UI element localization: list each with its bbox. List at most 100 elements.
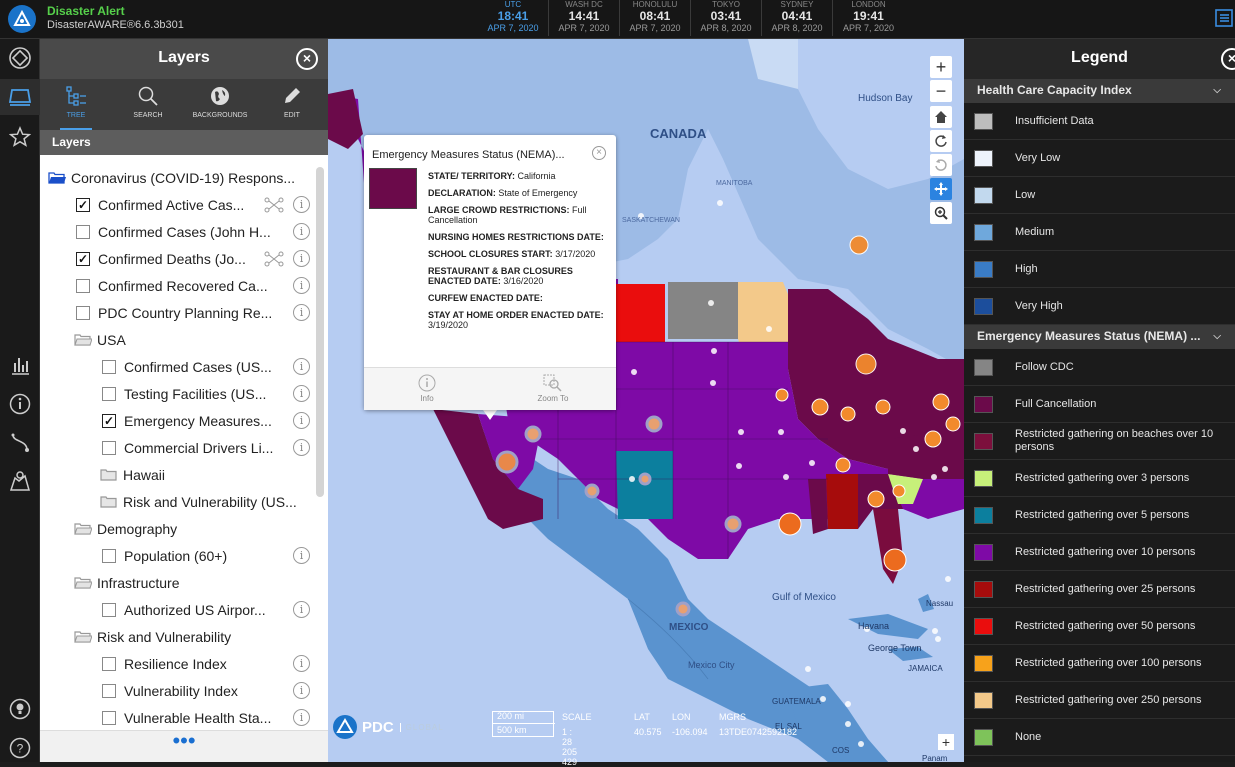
- svg-text:+: +: [942, 734, 950, 750]
- layer-info-icon[interactable]: i: [293, 547, 310, 564]
- checkbox-checked[interactable]: ✓: [102, 413, 116, 428]
- checkbox-checked[interactable]: ✓: [76, 251, 90, 266]
- info-icon[interactable]: [6, 390, 34, 418]
- checkbox[interactable]: [102, 386, 116, 401]
- tree-item-commercial-drivers[interactable]: Commercial Drivers Li... i: [102, 434, 310, 461]
- tree-item-usa-folder[interactable]: USA: [74, 326, 126, 353]
- tab-tree[interactable]: TREE: [40, 79, 112, 130]
- checkbox[interactable]: [102, 683, 116, 698]
- checkbox[interactable]: [102, 710, 116, 725]
- map-label-hudson-bay: Hudson Bay: [858, 93, 912, 104]
- map-pin-icon[interactable]: [6, 467, 34, 495]
- layer-info-icon[interactable]: i: [293, 385, 310, 402]
- lat-value: 40.575: [634, 727, 662, 737]
- zoom-out-button[interactable]: −: [930, 80, 952, 102]
- tree-item-confirmed-active[interactable]: ✓ Confirmed Active Cas... i: [76, 191, 310, 218]
- tab-backgrounds-label: BACKGROUNDS: [192, 112, 248, 119]
- redo-icon[interactable]: [930, 154, 952, 176]
- checkbox[interactable]: [102, 602, 116, 617]
- tree-item-infrastructure-folder[interactable]: Infrastructure: [74, 569, 179, 596]
- tree-item-testing-facilities[interactable]: Testing Facilities (US... i: [102, 380, 310, 407]
- legend-swatch: [974, 728, 993, 746]
- zoom-in-button[interactable]: +: [930, 56, 952, 78]
- layer-info-icon[interactable]: i: [293, 682, 310, 699]
- time-series-icon[interactable]: [264, 197, 284, 213]
- list-view-icon[interactable]: [1213, 7, 1235, 29]
- legend-panel: Legend × Health Care Capacity Index ⌵ In…: [964, 39, 1235, 762]
- close-layers-icon[interactable]: ×: [296, 48, 318, 70]
- checkbox[interactable]: [76, 278, 90, 293]
- popup-field: NURSING HOMES RESTRICTIONS DATE:: [428, 232, 604, 242]
- popup-zoom-to-button[interactable]: Zoom To: [490, 368, 616, 410]
- tree-item-resilience-index[interactable]: Resilience Index i: [102, 650, 310, 677]
- tree-item-risk-vuln-folder[interactable]: Risk and Vulnerability: [74, 623, 231, 650]
- layers-tabs: TREE SEARCH BACKGROUNDS EDIT: [40, 79, 328, 130]
- layer-info-icon[interactable]: i: [293, 277, 310, 294]
- legend-section-health-care[interactable]: Health Care Capacity Index ⌵: [964, 79, 1235, 103]
- tree-item-covid-folder[interactable]: Coronavirus (COVID-19) Respons...: [48, 164, 295, 191]
- close-popup-icon[interactable]: ×: [592, 146, 606, 160]
- lat-label: LAT: [634, 712, 650, 722]
- layer-info-icon[interactable]: i: [293, 601, 310, 618]
- tree-item-emergency-measures[interactable]: ✓ Emergency Measures... i: [102, 407, 310, 434]
- tree-item-vulnerable-health[interactable]: Vulnerable Health Sta... i: [102, 704, 310, 729]
- popup-field: DECLARATION: State of Emergency: [428, 188, 578, 198]
- legend-section-emergency-measures[interactable]: Emergency Measures Status (NEMA) ... ⌵: [964, 325, 1235, 349]
- checkbox[interactable]: [102, 656, 116, 671]
- home-icon[interactable]: [930, 106, 952, 128]
- route-icon[interactable]: [6, 429, 34, 457]
- layer-info-icon[interactable]: i: [293, 358, 310, 375]
- map-label-saskatchewan: SASKATCHEWAN: [622, 217, 680, 224]
- tree-item-authorized-airports[interactable]: Authorized US Airpor... i: [102, 596, 310, 623]
- tree-item-confirmed-deaths[interactable]: ✓ Confirmed Deaths (Jo... i: [76, 245, 310, 272]
- layer-info-icon[interactable]: i: [293, 655, 310, 672]
- help-icon[interactable]: ?: [6, 734, 34, 762]
- tree-item-population-60[interactable]: Population (60+) i: [102, 542, 310, 569]
- close-legend-icon[interactable]: ×: [1221, 48, 1235, 70]
- tab-edit[interactable]: EDIT: [256, 79, 328, 130]
- tree-item-demography-folder[interactable]: Demography: [74, 515, 177, 542]
- hazards-icon[interactable]: [6, 44, 34, 72]
- favorites-star-icon[interactable]: [6, 123, 34, 151]
- popup-field: STATE/ TERRITORY: California: [428, 171, 556, 181]
- layer-info-icon[interactable]: i: [293, 196, 310, 213]
- tab-backgrounds[interactable]: BACKGROUNDS: [184, 79, 256, 130]
- tree-icon: [66, 86, 86, 106]
- checkbox-checked[interactable]: ✓: [76, 197, 90, 212]
- legend-item: Medium: [964, 214, 1235, 251]
- tree-item-confirmed-recovered[interactable]: Confirmed Recovered Ca... i: [76, 272, 310, 299]
- time-series-icon[interactable]: [264, 251, 284, 267]
- checkbox[interactable]: [102, 440, 116, 455]
- layer-tree: Coronavirus (COVID-19) Respons... ✓ Conf…: [40, 164, 328, 729]
- lightbulb-icon[interactable]: [6, 695, 34, 723]
- layer-info-icon[interactable]: i: [293, 304, 310, 321]
- layer-info-icon[interactable]: i: [293, 709, 310, 726]
- checkbox[interactable]: [102, 359, 116, 374]
- folder-open-icon: [74, 523, 92, 535]
- checkbox[interactable]: [102, 548, 116, 563]
- tree-item-pdc-country-planning[interactable]: PDC Country Planning Re... i: [76, 299, 310, 326]
- tree-item-vulnerability-index[interactable]: Vulnerability Index i: [102, 677, 310, 704]
- layers-icon[interactable]: [0, 79, 40, 115]
- zoom-box-icon[interactable]: [930, 202, 952, 224]
- refresh-icon[interactable]: [930, 130, 952, 152]
- tree-item-risk-vuln-us-folder[interactable]: Risk and Vulnerability (US...: [100, 488, 297, 515]
- tree-item-usa-confirmed-cases[interactable]: Confirmed Cases (US... i: [102, 353, 310, 380]
- app-logo-icon[interactable]: [8, 5, 36, 33]
- layer-info-icon[interactable]: i: [293, 412, 310, 429]
- more-options-button[interactable]: •••: [40, 730, 328, 762]
- layer-info-icon[interactable]: i: [293, 250, 310, 267]
- checkbox[interactable]: [76, 305, 90, 320]
- tree-item-confirmed-cases-jh[interactable]: Confirmed Cases (John H... i: [76, 218, 310, 245]
- clock-wash-dc: WASH DC 14:41 APR 7, 2020: [549, 0, 620, 36]
- checkbox[interactable]: [76, 224, 90, 239]
- layers-scrollbar[interactable]: [316, 167, 324, 497]
- tree-item-hawaii-folder[interactable]: Hawaii: [100, 461, 165, 488]
- analytics-chart-icon[interactable]: [6, 351, 34, 379]
- folder-icon: [100, 496, 117, 508]
- tab-search[interactable]: SEARCH: [112, 79, 184, 130]
- layer-info-icon[interactable]: i: [293, 223, 310, 240]
- layer-info-icon[interactable]: i: [293, 439, 310, 456]
- popup-info-button[interactable]: Info: [364, 368, 490, 410]
- pan-move-icon[interactable]: [930, 178, 952, 200]
